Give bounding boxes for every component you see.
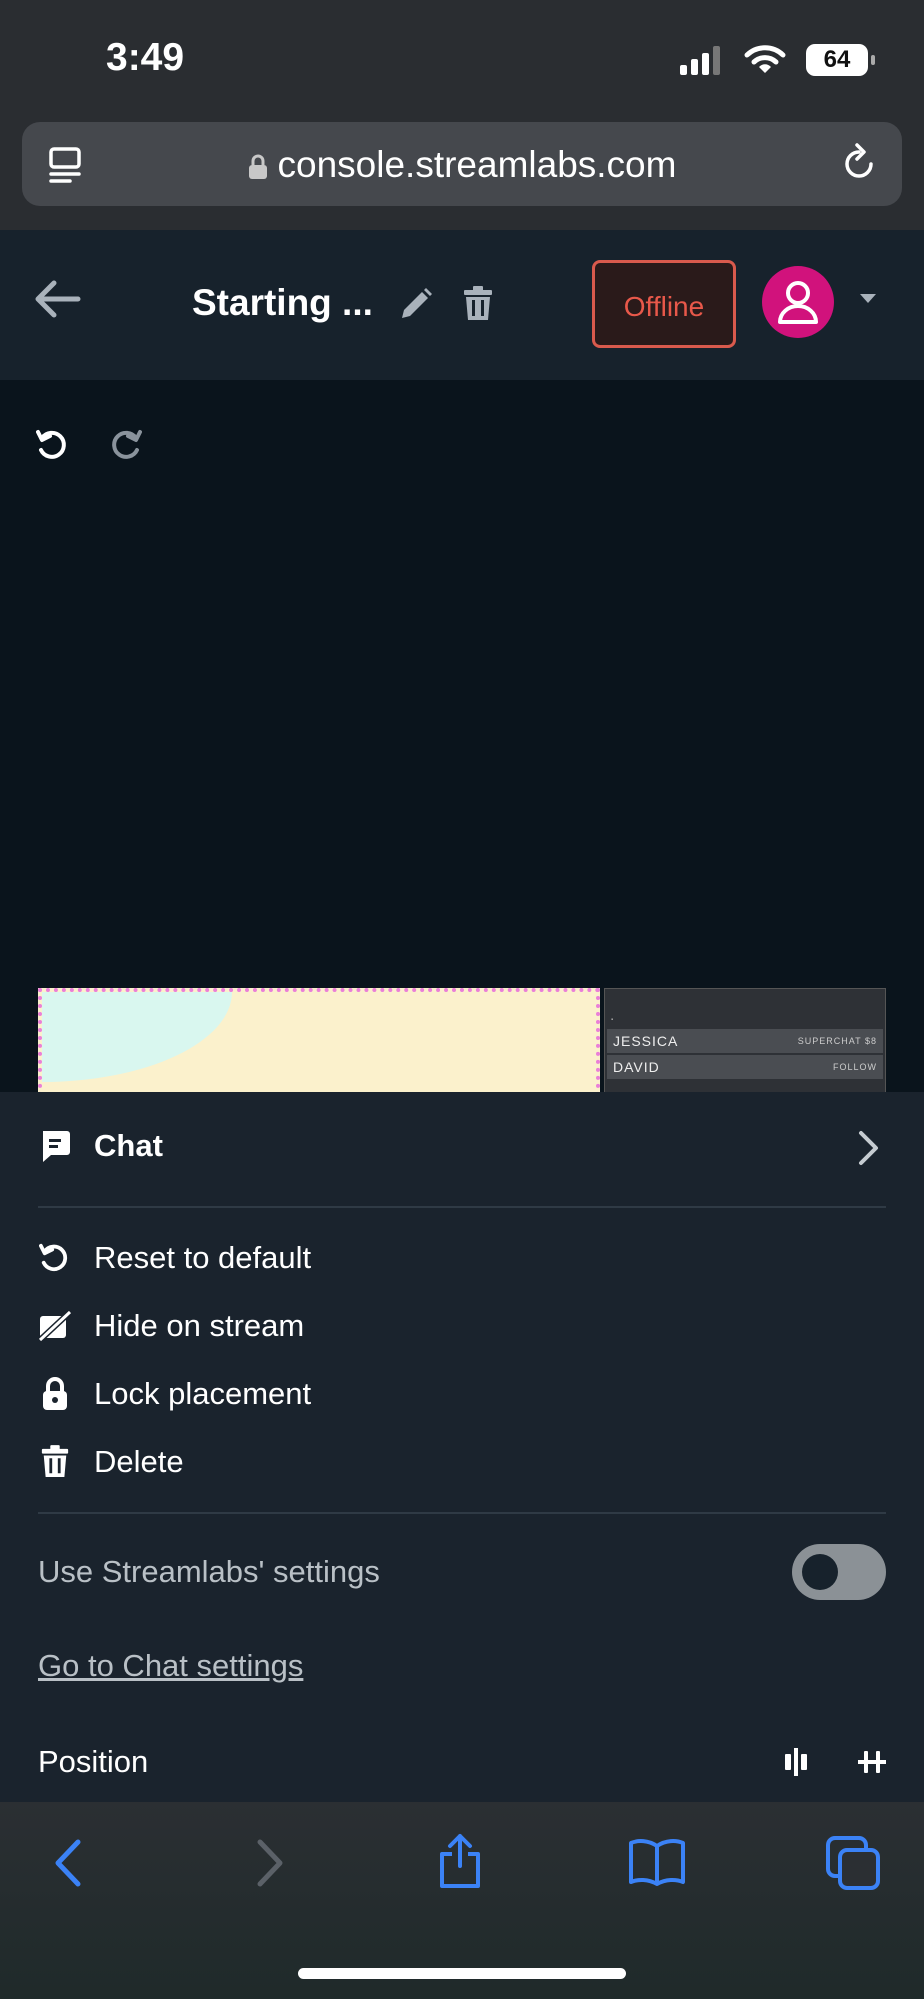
- pencil-icon[interactable]: [398, 286, 434, 322]
- reload-icon[interactable]: [840, 142, 878, 184]
- browser-chrome-top: 3:49 64 console.streamlabs.com: [0, 0, 924, 230]
- action-label: Hide on stream: [94, 1308, 305, 1343]
- scene-background-shape: [42, 992, 232, 1082]
- back-arrow-icon[interactable]: [34, 278, 82, 320]
- status-time: 3:49: [106, 36, 185, 79]
- chat-icon: [38, 1129, 72, 1163]
- chat-settings-link[interactable]: Go to Chat settings: [38, 1648, 303, 1684]
- source-title-row[interactable]: Chat: [38, 1128, 163, 1164]
- url-display[interactable]: console.streamlabs.com: [22, 144, 902, 186]
- action-label: Delete: [94, 1444, 184, 1479]
- action-label: Reset to default: [94, 1240, 312, 1275]
- stream-status-button[interactable]: Offline: [592, 260, 736, 348]
- tabs-icon[interactable]: [826, 1836, 880, 1890]
- action-label: Lock placement: [94, 1376, 312, 1411]
- source-title: Chat: [94, 1128, 163, 1163]
- chevron-right-icon[interactable]: [858, 1130, 880, 1166]
- safari-back-icon[interactable]: [52, 1838, 84, 1888]
- home-indicator: [298, 1968, 626, 1979]
- align-vertical-icon[interactable]: [780, 1746, 812, 1778]
- event-type: SUPERCHAT $8: [797, 1036, 877, 1046]
- event-name: JESSICA: [613, 1033, 679, 1049]
- event-type: FOLLOW: [832, 1062, 877, 1072]
- event-feed-row: JESSICA SUPERCHAT $8: [607, 1029, 883, 1053]
- share-icon[interactable]: [436, 1832, 484, 1890]
- reset-icon: [38, 1242, 72, 1274]
- url-text: console.streamlabs.com: [277, 144, 677, 185]
- divider: [38, 1512, 886, 1514]
- delete-icon: [38, 1445, 72, 1479]
- divider: [38, 1206, 886, 1208]
- hide-icon: [38, 1310, 72, 1342]
- reset-to-default-action[interactable]: Reset to default: [38, 1240, 311, 1276]
- caret-down-icon[interactable]: [858, 292, 878, 306]
- status-icons: 64: [680, 44, 875, 76]
- address-bar[interactable]: console.streamlabs.com: [22, 122, 902, 206]
- event-feed-header: ▪: [611, 1017, 614, 1023]
- source-settings-sheet: Chat Reset to default Hide on stream Loc…: [0, 1092, 924, 1802]
- lock-icon: [248, 154, 267, 180]
- padlock-icon: [38, 1377, 72, 1411]
- signal-icon: [680, 46, 720, 75]
- selected-source-chat[interactable]: [38, 988, 600, 1092]
- toggle-knob: [802, 1554, 838, 1590]
- redo-icon[interactable]: [108, 428, 142, 462]
- bookmarks-icon[interactable]: [628, 1838, 686, 1886]
- position-label: Position: [38, 1744, 149, 1779]
- event-feed-row: DAVID FOLLOW: [607, 1055, 883, 1079]
- editor-header: Starting ... Offline: [0, 230, 924, 380]
- lock-placement-action[interactable]: Lock placement: [38, 1376, 311, 1412]
- align-horizontal-icon[interactable]: [856, 1746, 888, 1778]
- user-icon: [778, 281, 818, 324]
- wifi-icon: [744, 45, 786, 73]
- hide-on-stream-action[interactable]: Hide on stream: [38, 1308, 304, 1344]
- scene-title[interactable]: Starting ...: [192, 282, 373, 324]
- undo-icon[interactable]: [36, 428, 70, 462]
- event-feed-source[interactable]: ▪ JESSICA SUPERCHAT $8 DAVID FOLLOW: [604, 988, 886, 1092]
- use-streamlabs-settings-toggle[interactable]: [792, 1544, 886, 1600]
- use-streamlabs-settings-label: Use Streamlabs' settings: [38, 1554, 380, 1589]
- avatar[interactable]: [762, 266, 834, 338]
- battery-indicator: 64: [806, 44, 875, 76]
- delete-action[interactable]: Delete: [38, 1444, 184, 1480]
- safari-forward-icon: [257, 1839, 283, 1887]
- trash-icon[interactable]: [462, 286, 494, 322]
- event-name: DAVID: [613, 1059, 660, 1075]
- editor-canvas[interactable]: ▪ JESSICA SUPERCHAT $8 DAVID FOLLOW: [0, 380, 924, 1092]
